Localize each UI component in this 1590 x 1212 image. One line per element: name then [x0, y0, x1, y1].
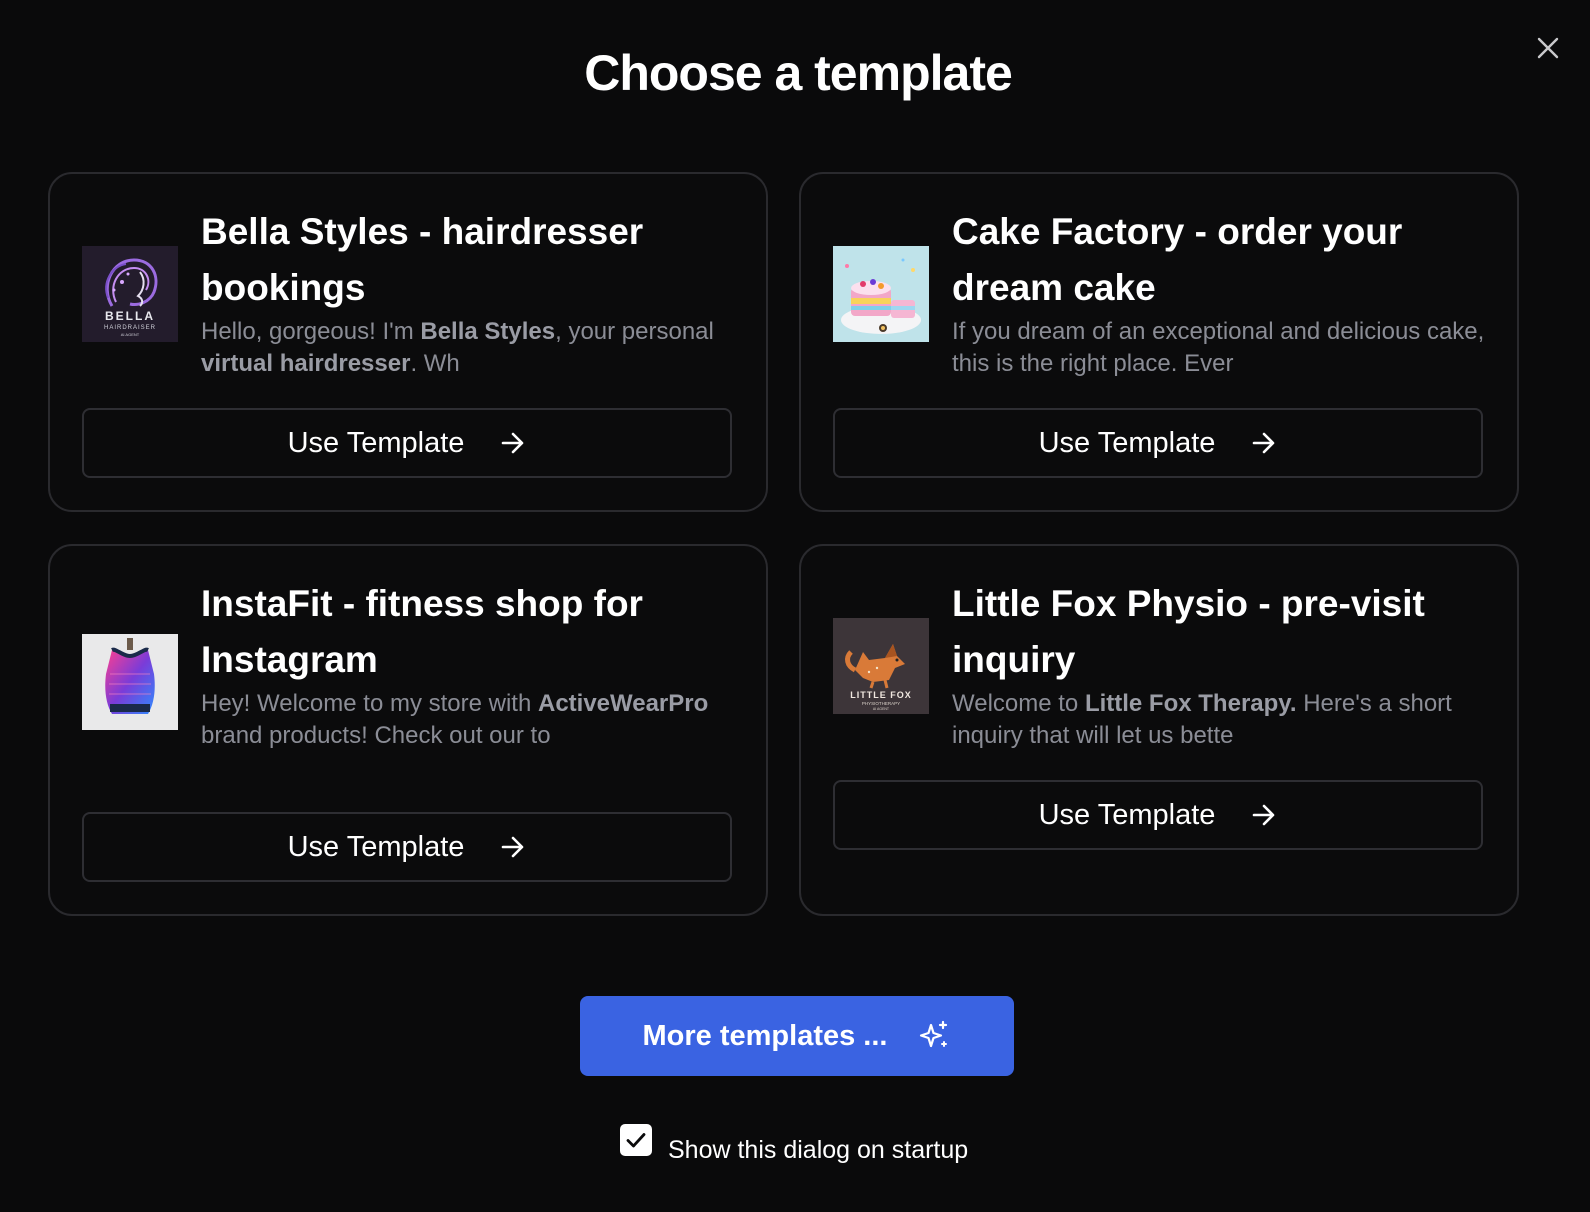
template-card-cake-factory: Cake Factory - order your dream cake If …: [799, 172, 1519, 512]
dialog-title: Choose a template: [584, 45, 1013, 101]
template-card-instafit: InstaFit - fitness shop for Instagram He…: [48, 544, 768, 916]
little-fox-logo-title: LITTLE FOX: [850, 690, 912, 700]
arrow-right-icon: [502, 836, 524, 858]
bella-logo-subtitle: HAIRDRAISER: [104, 325, 156, 331]
template-description: If you dream of an exceptional and delic…: [952, 318, 1485, 377]
use-template-label: Use Template: [287, 426, 465, 459]
little-fox-thumbnail: LITTLE FOX PHYSIOTHERAPY AI AGENT: [833, 618, 929, 714]
startup-label: Show this dialog on startup: [668, 1136, 969, 1164]
checkmark-icon: [626, 1133, 646, 1148]
startup-option: Show this dialog on startup: [620, 1124, 968, 1165]
sparkles-icon: [920, 1020, 948, 1048]
arrow-right-icon: [1253, 804, 1275, 826]
cake-factory-thumbnail: [833, 246, 929, 342]
template-description: Welcome to Little Fox Therapy. Here's a …: [952, 690, 1452, 749]
little-fox-logo-tag: AI AGENT: [873, 707, 890, 711]
use-template-label: Use Template: [287, 830, 465, 863]
template-title: Bella Styles - hairdresser bookings: [201, 211, 644, 308]
startup-checkbox[interactable]: [620, 1124, 652, 1156]
template-description: Hey! Welcome to my store with ActiveWear…: [201, 690, 709, 749]
bella-styles-thumbnail: BELLA HAIRDRAISER AI AGENT: [82, 246, 178, 342]
template-card-bella-styles: BELLA HAIRDRAISER AI AGENT Bella Styles …: [48, 172, 768, 512]
use-template-label: Use Template: [1038, 798, 1216, 831]
use-template-button[interactable]: Use Template: [833, 408, 1483, 478]
template-title: Little Fox Physio - pre-visit inquiry: [952, 583, 1425, 680]
arrow-right-icon: [502, 432, 524, 454]
little-fox-logo-subtitle: PHYSIOTHERAPY: [862, 701, 900, 706]
template-card-little-fox-physio: LITTLE FOX PHYSIOTHERAPY AI AGENT Little…: [799, 544, 1519, 916]
use-template-button[interactable]: Use Template: [833, 780, 1483, 850]
use-template-button[interactable]: Use Template: [82, 812, 732, 882]
use-template-label: Use Template: [1038, 426, 1216, 459]
more-templates-label: More templates ...: [642, 1019, 888, 1052]
more-templates-button[interactable]: More templates ...: [580, 996, 1014, 1076]
arrow-right-icon: [1253, 432, 1275, 454]
bella-logo-title: BELLA: [105, 309, 155, 323]
bella-logo-tag: AI AGENT: [121, 332, 140, 337]
template-title: InstaFit - fitness shop for Instagram: [201, 583, 643, 680]
instafit-thumbnail: [82, 634, 178, 730]
template-title: Cake Factory - order your dream cake: [952, 211, 1403, 308]
use-template-button[interactable]: Use Template: [82, 408, 732, 478]
template-description: Hello, gorgeous! I'm Bella Styles, your …: [201, 318, 714, 377]
